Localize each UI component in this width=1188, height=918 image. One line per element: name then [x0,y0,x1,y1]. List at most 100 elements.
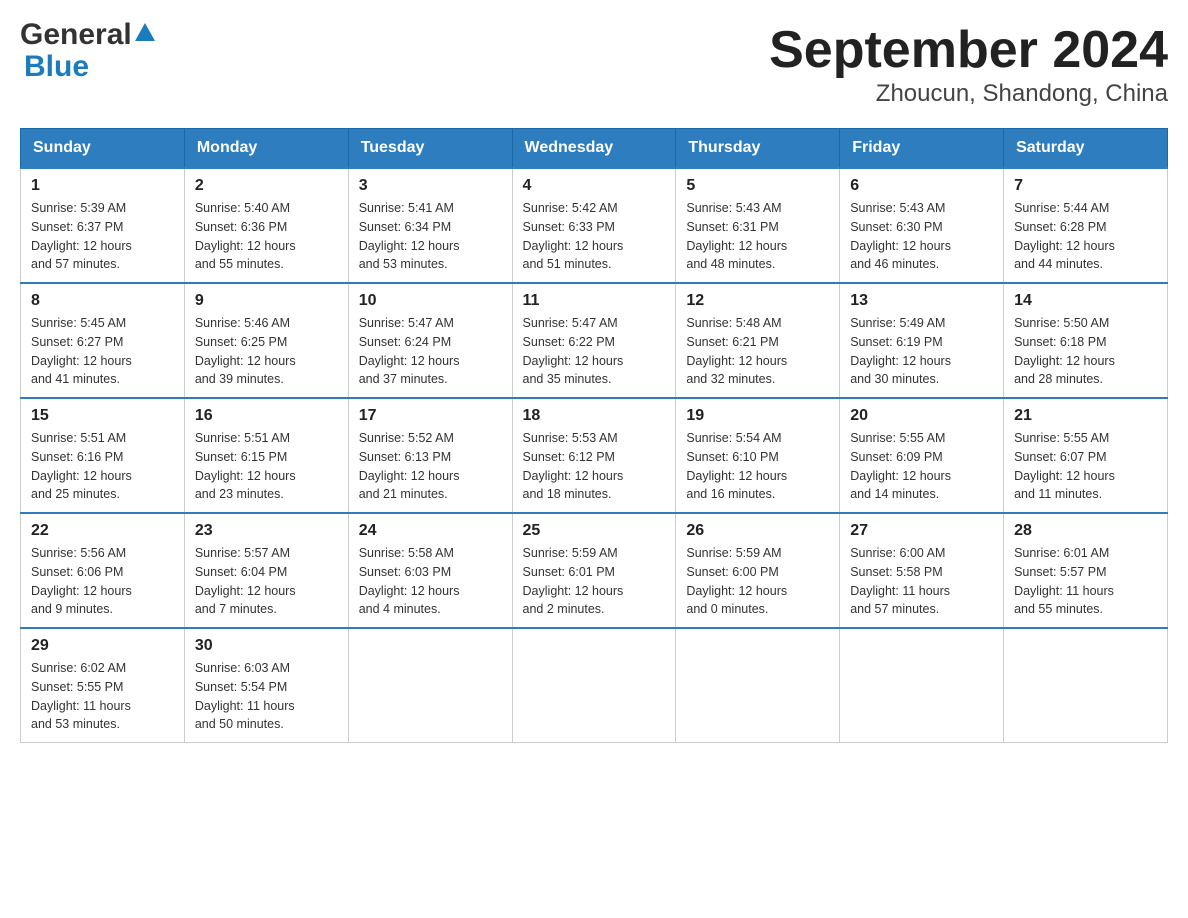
table-row [676,628,840,743]
day-info: Sunrise: 5:54 AMSunset: 6:10 PMDaylight:… [686,429,829,504]
table-row: 17 Sunrise: 5:52 AMSunset: 6:13 PMDaylig… [348,398,512,513]
table-row: 24 Sunrise: 5:58 AMSunset: 6:03 PMDaylig… [348,513,512,628]
table-row: 22 Sunrise: 5:56 AMSunset: 6:06 PMDaylig… [21,513,185,628]
header-tuesday: Tuesday [348,129,512,169]
day-number: 23 [195,522,338,540]
day-number: 24 [359,522,502,540]
table-row: 2 Sunrise: 5:40 AMSunset: 6:36 PMDayligh… [184,168,348,283]
day-number: 25 [523,522,666,540]
title-block: September 2024 Zhoucun, Shandong, China [769,20,1168,108]
logo-blue-text: Blue [24,50,89,84]
table-row: 19 Sunrise: 5:54 AMSunset: 6:10 PMDaylig… [676,398,840,513]
header-friday: Friday [840,129,1004,169]
table-row: 5 Sunrise: 5:43 AMSunset: 6:31 PMDayligh… [676,168,840,283]
table-row: 7 Sunrise: 5:44 AMSunset: 6:28 PMDayligh… [1004,168,1168,283]
table-row: 11 Sunrise: 5:47 AMSunset: 6:22 PMDaylig… [512,283,676,398]
day-info: Sunrise: 6:02 AMSunset: 5:55 PMDaylight:… [31,659,174,734]
table-row [512,628,676,743]
day-number: 8 [31,292,174,310]
day-info: Sunrise: 5:51 AMSunset: 6:16 PMDaylight:… [31,429,174,504]
header-saturday: Saturday [1004,129,1168,169]
calendar-week-row: 15 Sunrise: 5:51 AMSunset: 6:16 PMDaylig… [21,398,1168,513]
day-number: 20 [850,407,993,425]
day-info: Sunrise: 5:43 AMSunset: 6:31 PMDaylight:… [686,199,829,274]
day-info: Sunrise: 5:43 AMSunset: 6:30 PMDaylight:… [850,199,993,274]
day-number: 14 [1014,292,1157,310]
table-row: 3 Sunrise: 5:41 AMSunset: 6:34 PMDayligh… [348,168,512,283]
day-info: Sunrise: 5:56 AMSunset: 6:06 PMDaylight:… [31,544,174,619]
table-row [840,628,1004,743]
table-row: 23 Sunrise: 5:57 AMSunset: 6:04 PMDaylig… [184,513,348,628]
day-number: 26 [686,522,829,540]
day-info: Sunrise: 5:59 AMSunset: 6:00 PMDaylight:… [686,544,829,619]
page-header: General Blue September 2024 Zhoucun, Sha… [20,20,1168,108]
day-info: Sunrise: 5:59 AMSunset: 6:01 PMDaylight:… [523,544,666,619]
day-info: Sunrise: 5:50 AMSunset: 6:18 PMDaylight:… [1014,314,1157,389]
day-info: Sunrise: 5:39 AMSunset: 6:37 PMDaylight:… [31,199,174,274]
day-info: Sunrise: 5:41 AMSunset: 6:34 PMDaylight:… [359,199,502,274]
day-number: 30 [195,637,338,655]
table-row: 28 Sunrise: 6:01 AMSunset: 5:57 PMDaylig… [1004,513,1168,628]
day-info: Sunrise: 5:44 AMSunset: 6:28 PMDaylight:… [1014,199,1157,274]
calendar-table: Sunday Monday Tuesday Wednesday Thursday… [20,128,1168,743]
day-number: 18 [523,407,666,425]
day-number: 7 [1014,177,1157,195]
day-number: 22 [31,522,174,540]
table-row: 13 Sunrise: 5:49 AMSunset: 6:19 PMDaylig… [840,283,1004,398]
table-row [1004,628,1168,743]
day-number: 16 [195,407,338,425]
day-info: Sunrise: 5:55 AMSunset: 6:07 PMDaylight:… [1014,429,1157,504]
day-number: 12 [686,292,829,310]
day-info: Sunrise: 5:40 AMSunset: 6:36 PMDaylight:… [195,199,338,274]
table-row: 10 Sunrise: 5:47 AMSunset: 6:24 PMDaylig… [348,283,512,398]
day-number: 9 [195,292,338,310]
day-info: Sunrise: 5:57 AMSunset: 6:04 PMDaylight:… [195,544,338,619]
table-row: 29 Sunrise: 6:02 AMSunset: 5:55 PMDaylig… [21,628,185,743]
day-number: 19 [686,407,829,425]
calendar-week-row: 1 Sunrise: 5:39 AMSunset: 6:37 PMDayligh… [21,168,1168,283]
day-number: 3 [359,177,502,195]
table-row: 9 Sunrise: 5:46 AMSunset: 6:25 PMDayligh… [184,283,348,398]
table-row: 8 Sunrise: 5:45 AMSunset: 6:27 PMDayligh… [21,283,185,398]
day-info: Sunrise: 5:49 AMSunset: 6:19 PMDaylight:… [850,314,993,389]
day-number: 1 [31,177,174,195]
day-number: 15 [31,407,174,425]
logo: General Blue [20,20,155,84]
day-number: 28 [1014,522,1157,540]
calendar-title: September 2024 [769,20,1168,80]
table-row: 21 Sunrise: 5:55 AMSunset: 6:07 PMDaylig… [1004,398,1168,513]
day-number: 13 [850,292,993,310]
calendar-week-row: 8 Sunrise: 5:45 AMSunset: 6:27 PMDayligh… [21,283,1168,398]
table-row: 1 Sunrise: 5:39 AMSunset: 6:37 PMDayligh… [21,168,185,283]
day-number: 4 [523,177,666,195]
day-number: 17 [359,407,502,425]
day-info: Sunrise: 5:42 AMSunset: 6:33 PMDaylight:… [523,199,666,274]
table-row: 12 Sunrise: 5:48 AMSunset: 6:21 PMDaylig… [676,283,840,398]
table-row: 16 Sunrise: 5:51 AMSunset: 6:15 PMDaylig… [184,398,348,513]
day-info: Sunrise: 5:45 AMSunset: 6:27 PMDaylight:… [31,314,174,389]
day-number: 2 [195,177,338,195]
day-number: 10 [359,292,502,310]
table-row: 20 Sunrise: 5:55 AMSunset: 6:09 PMDaylig… [840,398,1004,513]
table-row: 15 Sunrise: 5:51 AMSunset: 6:16 PMDaylig… [21,398,185,513]
table-row: 14 Sunrise: 5:50 AMSunset: 6:18 PMDaylig… [1004,283,1168,398]
calendar-header-row: Sunday Monday Tuesday Wednesday Thursday… [21,129,1168,169]
table-row: 27 Sunrise: 6:00 AMSunset: 5:58 PMDaylig… [840,513,1004,628]
header-monday: Monday [184,129,348,169]
table-row: 25 Sunrise: 5:59 AMSunset: 6:01 PMDaylig… [512,513,676,628]
table-row [348,628,512,743]
table-row: 30 Sunrise: 6:03 AMSunset: 5:54 PMDaylig… [184,628,348,743]
calendar-week-row: 29 Sunrise: 6:02 AMSunset: 5:55 PMDaylig… [21,628,1168,743]
table-row: 18 Sunrise: 5:53 AMSunset: 6:12 PMDaylig… [512,398,676,513]
calendar-subtitle: Zhoucun, Shandong, China [769,80,1168,108]
day-info: Sunrise: 5:52 AMSunset: 6:13 PMDaylight:… [359,429,502,504]
day-info: Sunrise: 5:47 AMSunset: 6:22 PMDaylight:… [523,314,666,389]
header-wednesday: Wednesday [512,129,676,169]
table-row: 6 Sunrise: 5:43 AMSunset: 6:30 PMDayligh… [840,168,1004,283]
day-info: Sunrise: 5:55 AMSunset: 6:09 PMDaylight:… [850,429,993,504]
day-info: Sunrise: 5:46 AMSunset: 6:25 PMDaylight:… [195,314,338,389]
day-info: Sunrise: 5:47 AMSunset: 6:24 PMDaylight:… [359,314,502,389]
day-info: Sunrise: 6:00 AMSunset: 5:58 PMDaylight:… [850,544,993,619]
header-sunday: Sunday [21,129,185,169]
day-number: 27 [850,522,993,540]
